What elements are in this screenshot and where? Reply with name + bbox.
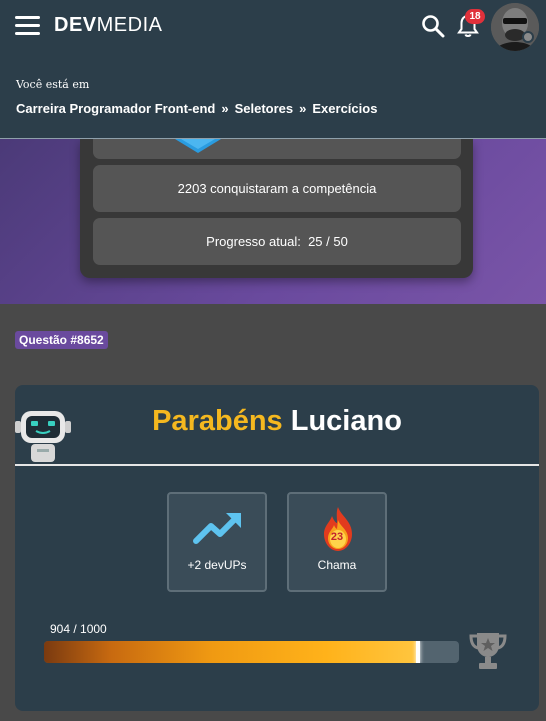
top-header: DEVMEDIA 18 Você está em Carreira Progra…: [0, 0, 546, 139]
flame-reward: 23 Chama: [287, 492, 387, 592]
breadcrumb-selectors[interactable]: Seletores: [235, 101, 294, 116]
search-icon[interactable]: [421, 14, 445, 38]
flame-icon: [324, 507, 352, 551]
notification-badge: 18: [465, 9, 485, 24]
achieved-count: 2203 conquistaram a competência: [93, 165, 461, 212]
competence-badge-icon: [175, 139, 221, 153]
devups-label: +2 devUPs: [187, 558, 247, 572]
current-progress: Progresso atual: 25 / 50: [93, 218, 461, 265]
flame-count: 23: [330, 531, 344, 543]
flame-label: Chama: [317, 558, 357, 572]
user-name: Luciano: [290, 405, 402, 437]
breadcrumb-career[interactable]: Carreira Programador Front-end: [16, 101, 215, 116]
trophy-icon: [469, 633, 507, 669]
breadcrumb-separator: »: [221, 101, 229, 116]
competence-stats-card: 2203 conquistaram a competência Progress…: [80, 139, 473, 278]
menu-icon[interactable]: [15, 16, 40, 35]
question-tag: Questão #8652: [15, 331, 108, 349]
devmedia-logo[interactable]: DEVMEDIA: [54, 14, 162, 37]
location-label: Você está em: [16, 78, 90, 91]
breadcrumb-exercises[interactable]: Exercícios: [312, 101, 377, 116]
breadcrumb-separator: »: [299, 101, 307, 116]
result-header: Parabéns Luciano: [15, 385, 539, 466]
xp-progress-fill: [44, 641, 420, 663]
breadcrumb: Carreira Programador Front-end » Seletor…: [16, 101, 377, 116]
result-card: Parabéns Luciano +2 devUPs 23 Chama 904 …: [15, 385, 539, 711]
status-indicator: [522, 31, 534, 43]
xp-progress-marker: [416, 641, 421, 663]
devups-reward: +2 devUPs: [167, 492, 267, 592]
xp-progress-bar: [44, 641, 459, 663]
trending-up-icon: [193, 513, 241, 544]
xp-progress-text: 904 / 1000: [50, 622, 107, 636]
current-progress-value: 25 / 50: [308, 234, 348, 249]
competence-badge-strip: [93, 139, 461, 159]
congrats-title: Parabéns Luciano: [152, 405, 402, 437]
avatar[interactable]: [491, 3, 539, 51]
